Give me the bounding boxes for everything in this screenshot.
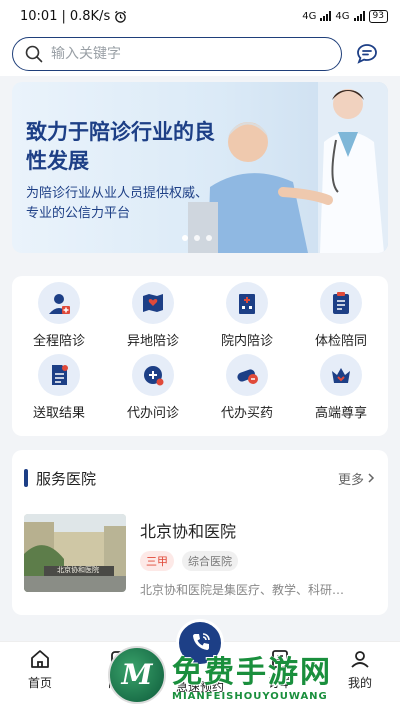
site-watermark: M 免费手游网 MIANFEISHOUYOUWANG: [108, 638, 400, 711]
clipboard-icon: [333, 292, 349, 314]
carousel-dot[interactable]: [206, 235, 212, 241]
hospital-list-item[interactable]: 北京协和医院 北京协和医院 三甲 综合医院 北京协和医院是集医疗、教学、科研…: [12, 506, 388, 598]
hospital-description: 北京协和医院是集医疗、教学、科研…: [140, 583, 345, 597]
service-item[interactable]: 代办问诊: [106, 354, 200, 426]
map-heart-icon: [143, 294, 163, 312]
search-box[interactable]: [12, 37, 342, 71]
chevron-right-icon: [368, 473, 375, 483]
status-time: 10:01: [20, 8, 58, 24]
home-icon: [31, 650, 49, 668]
tag-type: 综合医院: [182, 551, 238, 571]
watermark-text: 免费手游网: [172, 655, 332, 690]
battery-icon: 93: [368, 9, 388, 23]
message-button[interactable]: [352, 39, 382, 69]
service-item[interactable]: 全程陪诊: [12, 282, 106, 354]
network-label-1: 4G: [302, 10, 317, 22]
nurse-icon: [49, 294, 70, 314]
service-item[interactable]: 院内陪诊: [200, 282, 294, 354]
document-icon: [52, 365, 68, 385]
alarm-icon: [115, 10, 127, 23]
search-input[interactable]: [51, 46, 311, 62]
consult-chat-icon: [144, 366, 164, 386]
service-item[interactable]: 体检陪同: [294, 282, 388, 354]
hospital-building-icon: [239, 294, 255, 314]
carousel-dots[interactable]: [182, 235, 212, 241]
tab-home[interactable]: 首页: [0, 642, 80, 711]
services-grid: 全程陪诊 异地陪诊 院内陪诊 体检陪同 送取结果 代办问诊 代办买药 高端尊享: [12, 276, 388, 436]
service-item[interactable]: 异地陪诊: [106, 282, 200, 354]
section-accent-bar: [24, 469, 28, 487]
status-speed: 0.8K/s: [69, 8, 111, 24]
hospital-name: 北京协和医院: [140, 522, 237, 541]
more-link[interactable]: 更多: [338, 469, 376, 488]
service-item[interactable]: 高端尊享: [294, 354, 388, 426]
signal-icon: [353, 11, 365, 21]
doctor-patient-illustration: [188, 82, 388, 253]
crown-icon: [332, 368, 350, 383]
carousel-dot[interactable]: [182, 235, 188, 241]
carousel-dot[interactable]: [194, 235, 200, 241]
service-item[interactable]: 送取结果: [12, 354, 106, 426]
search-row: [0, 32, 400, 76]
watermark-logo: M: [108, 645, 166, 704]
hospital-sign-text: 北京协和医院: [57, 566, 99, 574]
watermark-subtext: MIANFEISHOUYOUWANG: [172, 691, 328, 702]
hospital-tags: 三甲 综合医院: [140, 551, 376, 571]
search-icon: [25, 45, 43, 63]
hospital-section: 服务医院 更多 北京协和医院 北京协和医院 三甲 综合医院 北京协和医院是集医疗…: [12, 450, 388, 615]
chat-bubble-icon: [357, 44, 377, 64]
pill-icon: [237, 369, 258, 384]
status-bar: 10:01 | 0.8K/s 4G 4G 93: [0, 0, 400, 32]
promo-banner[interactable]: 致力于陪诊行业的良性发展 为陪诊行业从业人员提供权威、专业的公信力平台: [12, 82, 388, 253]
hospital-photo: 北京协和医院: [24, 514, 126, 592]
section-title: 服务医院: [36, 469, 97, 488]
signal-icon: [320, 11, 332, 21]
section-header: 服务医院 更多: [12, 450, 388, 506]
service-item[interactable]: 代办买药: [200, 354, 294, 426]
network-label-2: 4G: [335, 10, 350, 22]
tag-grade: 三甲: [140, 551, 174, 571]
